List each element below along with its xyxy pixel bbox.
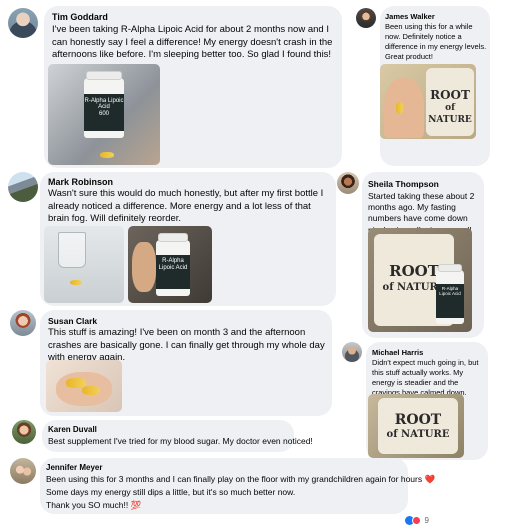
brand-line2: of NATURE bbox=[428, 103, 472, 125]
avatar[interactable] bbox=[8, 8, 38, 38]
comment-photo[interactable]: ROOT of NATURE bbox=[368, 394, 464, 458]
water-glass bbox=[58, 232, 86, 268]
comment-text: Been using this for 3 months and I can f… bbox=[46, 474, 436, 484]
comment-photo[interactable]: ROOT of NATURE R-Alpha Lipoic Acid bbox=[368, 228, 472, 332]
commenter-name[interactable]: Susan Clark bbox=[48, 316, 97, 326]
comment-bubble: Jennifer Meyer Been using this for 3 mon… bbox=[40, 458, 436, 514]
avatar[interactable] bbox=[356, 8, 376, 28]
comment-text: Best supplement I've tried for my blood … bbox=[48, 436, 313, 446]
product-bag: ROOT of NATURE bbox=[426, 68, 474, 136]
comment-photo[interactable]: ROOT of NATURE bbox=[380, 64, 476, 139]
comment-text: Wasn't sure this would do much honestly,… bbox=[48, 188, 324, 225]
hand bbox=[132, 242, 156, 292]
love-icon bbox=[411, 516, 421, 525]
reaction-count: 9 bbox=[424, 516, 429, 525]
avatar[interactable] bbox=[337, 172, 359, 194]
comment-photo[interactable]: R-Alpha Lipoic Acid 600 bbox=[48, 64, 160, 165]
brand-line1: ROOT bbox=[389, 262, 439, 280]
comment-bubble: Mark Robinson Wasn't sure this would do … bbox=[40, 172, 336, 306]
avatar[interactable] bbox=[10, 310, 36, 336]
comment-text: This stuff is amazing! I've been on mont… bbox=[48, 327, 325, 364]
comment-bubble: Susan Clark This stuff is amazing! I've … bbox=[40, 310, 332, 416]
product-bottle: R-Alpha Lipoic Acid bbox=[436, 263, 464, 324]
avatar[interactable] bbox=[342, 342, 362, 362]
product-bottle: R-Alpha Lipoic Acid 600 bbox=[84, 70, 124, 138]
avatar[interactable] bbox=[12, 420, 36, 444]
bottle-label: R-Alpha Lipoic Acid bbox=[439, 285, 461, 296]
reaction-summary[interactable]: 9 bbox=[404, 516, 429, 525]
capsule bbox=[100, 152, 114, 158]
bottle-dose: 600 bbox=[98, 110, 109, 117]
avatar[interactable] bbox=[10, 458, 36, 484]
brand-line1: ROOT bbox=[394, 412, 442, 428]
capsule bbox=[396, 102, 403, 114]
comment-text: Didn't expect much going in, but this st… bbox=[372, 358, 479, 397]
commenter-name[interactable]: Sheila Thompson bbox=[368, 179, 439, 189]
hand bbox=[384, 78, 424, 138]
commenter-name[interactable]: Mark Robinson bbox=[48, 177, 113, 187]
commenter-name[interactable]: Jennifer Meyer bbox=[46, 463, 102, 472]
comment-photo[interactable] bbox=[44, 226, 124, 303]
comment-text: Some days my energy still dips a little,… bbox=[46, 487, 296, 497]
product-bag: ROOT of NATURE bbox=[378, 398, 458, 454]
comment-bubble: Tim Goddard I've been taking R-Alpha Lip… bbox=[44, 6, 342, 168]
comment-bubble: James Walker Been using this for a while… bbox=[380, 6, 490, 166]
bottle-label: R-Alpha Lipoic Acid bbox=[84, 97, 124, 111]
avatar[interactable] bbox=[8, 172, 38, 202]
capsule bbox=[82, 386, 100, 395]
product-bottle: R-Alpha Lipoic Acid bbox=[156, 233, 190, 296]
bottle-label: R-Alpha Lipoic Acid bbox=[158, 257, 188, 271]
comment-bubble: Michael Harris Didn't expect much going … bbox=[366, 342, 488, 460]
commenter-name[interactable]: Tim Goddard bbox=[52, 12, 108, 22]
comment-text: I've been taking R-Alpha Lipoic Acid for… bbox=[52, 24, 333, 61]
commenter-name[interactable]: Michael Harris bbox=[372, 348, 423, 357]
capsule bbox=[70, 280, 82, 285]
commenter-name[interactable]: James Walker bbox=[385, 12, 435, 21]
comment-bubble: Karen Duvall Best supplement I've tried … bbox=[42, 420, 313, 452]
brand-line2: of NATURE bbox=[386, 429, 450, 441]
comment-bubble: Sheila Thompson Started taking these abo… bbox=[362, 172, 484, 338]
comment-photo[interactable]: R-Alpha Lipoic Acid bbox=[128, 226, 212, 303]
comment-text: Thank you SO much!! 💯 bbox=[46, 500, 142, 510]
comment-photo[interactable] bbox=[46, 360, 122, 412]
commenter-name[interactable]: Karen Duvall bbox=[48, 425, 97, 434]
brand-line1: ROOT bbox=[430, 88, 470, 102]
comment-text: Been using this for a while now. Definit… bbox=[385, 22, 487, 61]
